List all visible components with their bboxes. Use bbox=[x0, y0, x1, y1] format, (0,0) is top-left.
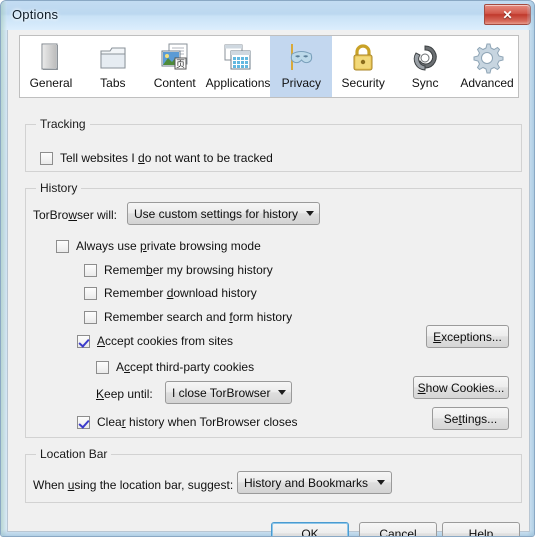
tab-security-label: Security bbox=[341, 76, 385, 90]
options-tab-strip: General Tabs 页 Content Applications Priv… bbox=[19, 35, 519, 98]
clear-on-close-label: Clear history when TorBrowser closes bbox=[97, 415, 298, 429]
ok-button[interactable]: OK bbox=[271, 522, 349, 537]
clear-on-close-row[interactable]: Clear history when TorBrowser closes bbox=[77, 415, 298, 429]
tab-tabs[interactable]: Tabs bbox=[82, 36, 144, 97]
tab-applications[interactable]: Applications bbox=[205, 36, 271, 97]
security-lock-icon bbox=[353, 44, 373, 71]
help-button[interactable]: Help bbox=[442, 522, 520, 537]
tab-privacy[interactable]: Privacy bbox=[270, 36, 333, 97]
tab-applications-label: Applications bbox=[205, 76, 271, 90]
remember-browsing-checkbox[interactable] bbox=[84, 263, 97, 277]
show-cookies-button-label: Show Cookies... bbox=[417, 380, 505, 395]
tab-tabs-label: Tabs bbox=[100, 76, 126, 90]
applications-icon bbox=[224, 44, 251, 70]
suggest-dropdown[interactable]: History and Bookmarks bbox=[237, 471, 392, 494]
suggest-value: History and Bookmarks bbox=[244, 475, 369, 490]
general-icon bbox=[41, 43, 58, 70]
tab-content[interactable]: 页 Content bbox=[144, 36, 206, 97]
tab-sync-label: Sync bbox=[411, 76, 439, 90]
chevron-down-icon bbox=[306, 211, 315, 216]
tab-security[interactable]: Security bbox=[332, 36, 394, 97]
cancel-button-label: Cancel bbox=[379, 526, 417, 537]
remember-download-checkbox[interactable] bbox=[84, 286, 97, 300]
title-bar: Options ✕ bbox=[1, 1, 534, 30]
ok-button-label: OK bbox=[301, 526, 319, 537]
settings-button[interactable]: Settings... bbox=[432, 407, 509, 430]
exceptions-button[interactable]: Exceptions... bbox=[426, 325, 509, 348]
show-cookies-button[interactable]: Show Cookies... bbox=[413, 376, 509, 399]
tab-general[interactable]: General bbox=[20, 36, 82, 97]
accept-third-party-checkbox[interactable] bbox=[96, 360, 109, 374]
chevron-down-icon bbox=[377, 480, 385, 485]
tab-sync[interactable]: Sync bbox=[394, 36, 456, 97]
settings-button-label: Settings... bbox=[443, 411, 498, 426]
always-private-label: Always use private browsing mode bbox=[76, 239, 261, 253]
remember-download-row[interactable]: Remember download history bbox=[84, 286, 257, 300]
always-private-row[interactable]: Always use private browsing mode bbox=[56, 239, 261, 253]
accept-cookies-row[interactable]: Accept cookies from sites bbox=[77, 334, 233, 348]
tab-general-label: General bbox=[29, 76, 73, 90]
keep-until-label: Keep until: bbox=[96, 387, 153, 401]
dialog-client-area: General Tabs 页 Content Applications Priv… bbox=[7, 30, 530, 536]
suggest-label: When using the location bar, suggest: bbox=[33, 478, 234, 492]
remember-browsing-row[interactable]: Remember my browsing history bbox=[84, 263, 273, 277]
remember-search-form-label: Remember search and form history bbox=[104, 310, 293, 324]
history-mode-value: Use custom settings for history bbox=[134, 206, 299, 221]
remember-search-form-checkbox[interactable] bbox=[84, 310, 97, 324]
exceptions-button-label: Exceptions... bbox=[433, 329, 502, 344]
tabs-icon bbox=[100, 47, 126, 69]
remember-browsing-label: Remember my browsing history bbox=[104, 263, 273, 277]
tab-advanced-label: Advanced bbox=[460, 76, 514, 90]
svg-text:页: 页 bbox=[176, 59, 185, 70]
chevron-down-icon bbox=[278, 390, 287, 395]
tab-privacy-label: Privacy bbox=[281, 76, 321, 90]
tab-advanced[interactable]: Advanced bbox=[456, 36, 518, 97]
accept-third-party-row[interactable]: Accept third-party cookies bbox=[96, 360, 254, 374]
do-not-track-label: Tell websites I do not want to be tracke… bbox=[60, 151, 273, 165]
always-private-checkbox[interactable] bbox=[56, 239, 69, 253]
help-button-label: Help bbox=[468, 526, 494, 537]
tab-content-label: Content bbox=[153, 76, 196, 90]
close-icon: ✕ bbox=[502, 7, 513, 22]
accept-cookies-checkbox[interactable] bbox=[77, 334, 90, 348]
do-not-track-row[interactable]: Tell websites I do not want to be tracke… bbox=[40, 151, 273, 165]
remember-download-label: Remember download history bbox=[104, 286, 257, 300]
history-mode-dropdown[interactable]: Use custom settings for history bbox=[127, 202, 320, 225]
accept-cookies-label: Accept cookies from sites bbox=[97, 334, 234, 348]
options-dialog-window: Options ✕ General Tabs 页 Content Applica… bbox=[0, 0, 535, 537]
clear-on-close-checkbox[interactable] bbox=[77, 415, 90, 429]
window-title: Options bbox=[12, 7, 59, 22]
do-not-track-checkbox[interactable] bbox=[40, 151, 53, 165]
content-icon: 页 bbox=[161, 43, 188, 70]
accept-third-party-label: Accept third-party cookies bbox=[116, 360, 255, 374]
tracking-group-title: Tracking bbox=[36, 117, 90, 131]
cancel-button[interactable]: Cancel bbox=[359, 522, 437, 537]
sync-icon bbox=[413, 45, 437, 71]
torbrowser-will-label: TorBrowser will: bbox=[33, 208, 118, 222]
privacy-mask-icon bbox=[291, 44, 313, 70]
location-bar-group-title: Location Bar bbox=[36, 447, 112, 461]
keep-until-dropdown[interactable]: I close TorBrowser bbox=[165, 381, 292, 404]
advanced-gear-icon bbox=[473, 43, 504, 74]
keep-until-value: I close TorBrowser bbox=[172, 385, 271, 400]
history-group-title: History bbox=[36, 181, 82, 195]
close-button[interactable]: ✕ bbox=[484, 4, 531, 25]
remember-search-form-row[interactable]: Remember search and form history bbox=[84, 310, 292, 324]
